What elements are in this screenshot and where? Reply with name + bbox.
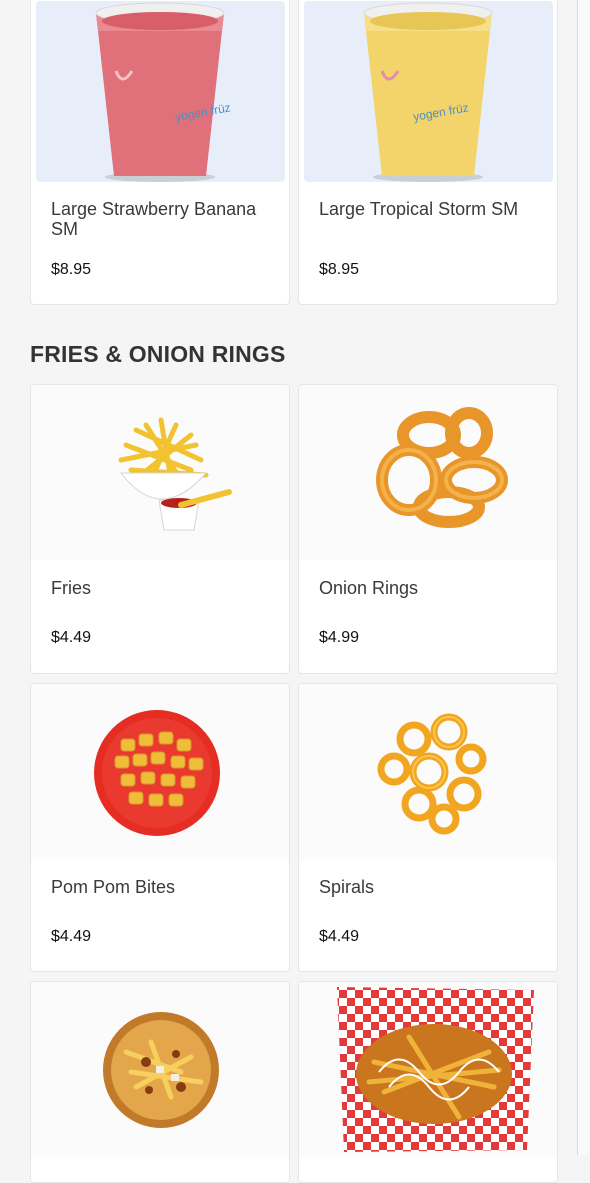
- product-card-onion-rings[interactable]: Onion Rings $4.99: [298, 384, 558, 674]
- product-card-tropical-storm[interactable]: yogen früz Large Tropical Storm SM $8.95: [298, 0, 558, 305]
- product-price: $8.95: [51, 261, 92, 278]
- product-name: Large Tropical Storm SM: [319, 199, 519, 219]
- product-card-loaded-fries[interactable]: [298, 981, 558, 1183]
- loaded-fries-icon: [337, 987, 534, 1152]
- product-image: [31, 982, 289, 1157]
- product-price: $4.49: [51, 928, 92, 945]
- onion-rings-icon: [376, 407, 508, 528]
- fries-grid: Fries $4.49 Onion Rings $4.99 Pom Pom Bi…: [30, 384, 558, 1183]
- scrollbar-track[interactable]: [577, 0, 590, 1155]
- smoothie-cup-icon: yogen früz: [363, 2, 493, 182]
- smoothie-cup-icon: yogen früz: [95, 2, 232, 182]
- fries-icon: [118, 417, 232, 531]
- product-image: [31, 385, 289, 560]
- spirals-icon: [377, 713, 487, 835]
- drinks-grid: yogen früz Large Strawberry Banana SM $8…: [30, 0, 558, 305]
- poutine-icon: [103, 1012, 219, 1128]
- product-name: Pom Pom Bites: [51, 877, 176, 897]
- product-image: [31, 684, 289, 859]
- product-image: [299, 684, 557, 859]
- product-price: $8.95: [319, 261, 360, 278]
- product-image: [299, 385, 557, 560]
- product-name: Spirals: [319, 877, 375, 897]
- product-price: $4.99: [319, 629, 360, 646]
- pom-pom-bites-icon: [94, 710, 220, 836]
- product-price: $4.49: [51, 629, 92, 646]
- product-price: $4.49: [319, 928, 360, 945]
- product-image: yogen früz: [36, 1, 285, 182]
- section-title: FRIES & ONION RINGS: [30, 341, 286, 367]
- product-card-poutine[interactable]: [30, 981, 290, 1183]
- product-name: Onion Rings: [319, 578, 419, 598]
- product-image: yogen früz: [304, 1, 553, 182]
- product-card-fries[interactable]: Fries $4.49: [30, 384, 290, 674]
- product-name: Fries: [51, 578, 91, 598]
- product-image: [299, 982, 557, 1157]
- product-card-pom-pom-bites[interactable]: Pom Pom Bites $4.49: [30, 683, 290, 972]
- product-card-strawberry-banana[interactable]: yogen früz Large Strawberry Banana SM $8…: [30, 0, 290, 305]
- product-name: Large Strawberry Banana SM: [51, 199, 257, 239]
- product-card-spirals[interactable]: Spirals $4.49: [298, 683, 558, 972]
